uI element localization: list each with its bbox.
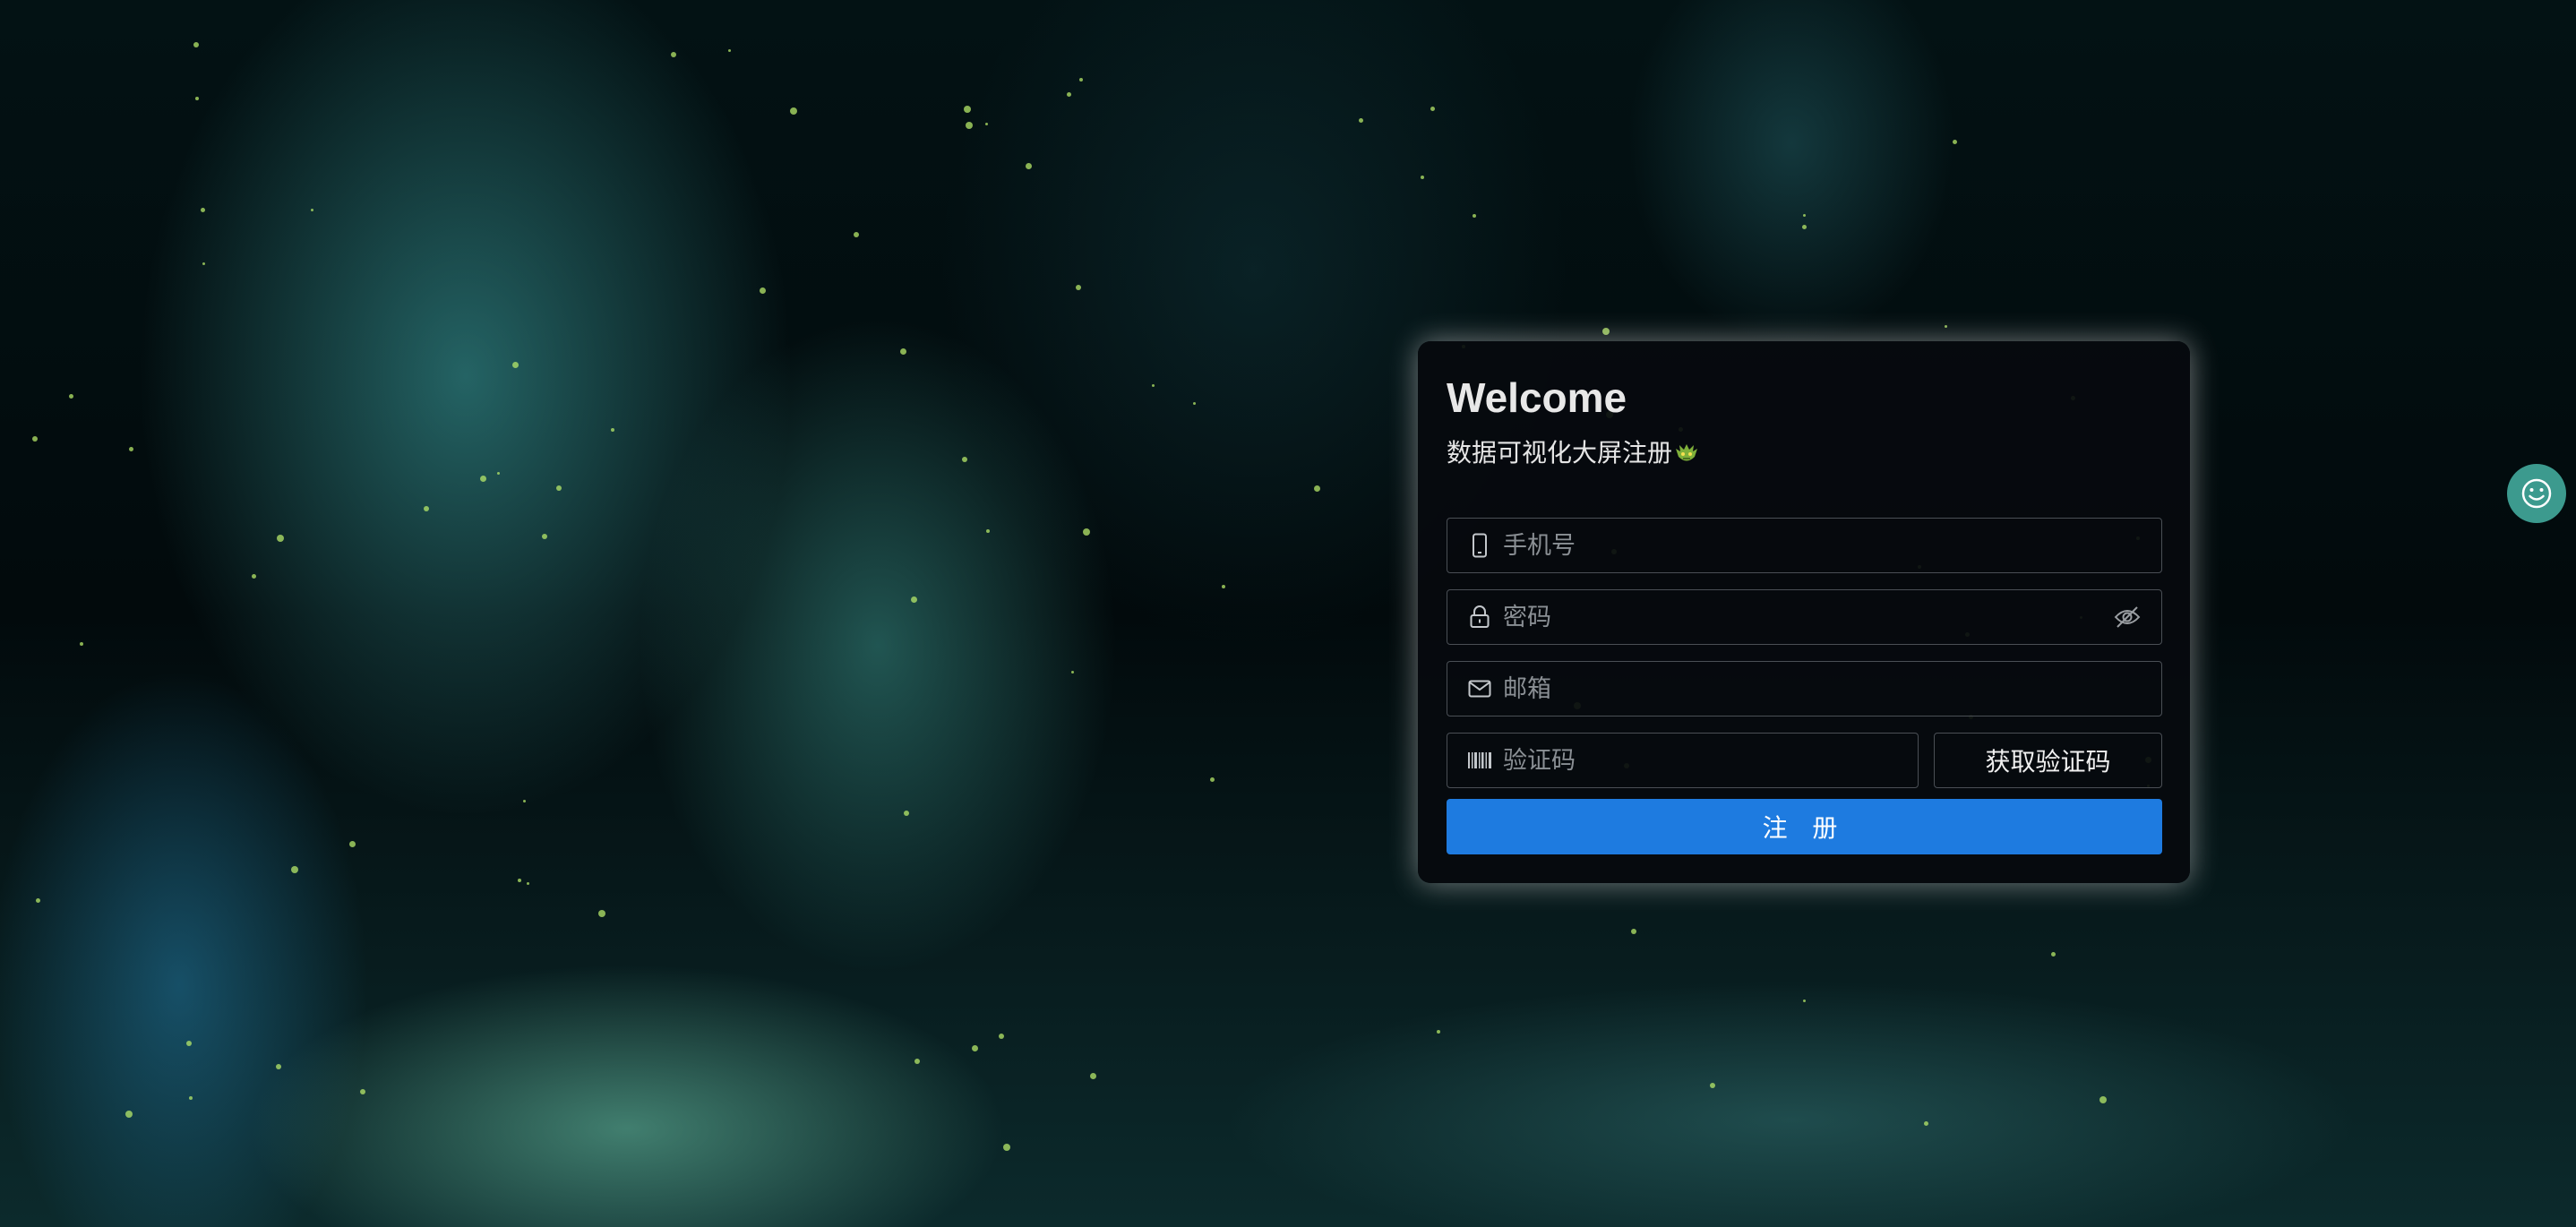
background-particle [1953,140,1957,144]
mobile-phone-icon [1467,533,1492,558]
background-particle [962,457,967,462]
background-particle [252,574,256,579]
lock-icon [1467,605,1492,630]
background-particle [671,52,676,57]
background-particle [1314,485,1320,492]
background-particle [1710,1083,1715,1088]
password-input[interactable] [1501,602,2113,632]
register-button[interactable]: 注 册 [1447,799,2162,854]
background-particle [1090,1073,1096,1079]
background-particle [1473,214,1476,218]
background-particle [985,123,988,125]
background-particle [1079,78,1083,82]
background-particle [1602,328,1610,335]
background-particle [1083,528,1090,536]
background-particle [1803,1000,1806,1002]
background-particle [69,394,73,399]
subtitle-text: 数据可视化大屏注册 [1447,439,1673,467]
background-particle [36,898,40,903]
background-particle [972,1045,978,1051]
background-particle [32,436,38,442]
verification-code-input[interactable] [1501,745,1918,776]
background-particle [129,447,133,451]
email-field[interactable] [1447,661,2162,716]
smiley-float-button[interactable] [2507,464,2566,523]
background-particle [1359,118,1363,123]
background-particle [542,534,547,539]
background-particle [277,535,284,542]
eye-hidden-icon[interactable] [2113,603,2142,631]
background-particle [1003,1144,1010,1151]
background-particle [911,596,917,603]
background-particle [914,1059,920,1064]
background-particle [999,1034,1004,1039]
background-particle [311,209,313,211]
goblin-emoji-icon [1676,444,1698,461]
background-particle [611,428,614,432]
background-particle [1026,163,1032,169]
background-particle [193,42,199,47]
smiley-icon [2521,478,2552,509]
verification-code-field[interactable] [1447,733,1919,788]
background-particle [1437,1030,1440,1034]
password-field[interactable] [1447,589,2162,645]
background-particle [125,1111,133,1118]
background-particle [1222,585,1225,588]
background-particle [1071,671,1074,674]
background-particle [202,262,205,265]
background-particle [556,485,562,491]
background-particle [1152,384,1155,387]
mail-icon [1467,676,1492,701]
background-particle [360,1089,365,1094]
background-particle [986,529,990,533]
background-particle [728,49,731,52]
background-particle [854,232,859,237]
background-particle [790,107,797,115]
background-particle [1430,107,1435,111]
background-particle [189,1096,193,1100]
get-code-button[interactable]: 获取验证码 [1934,733,2162,788]
background-particle [900,348,906,355]
background-particle [186,1041,192,1046]
page-subtitle: 数据可视化大屏注册 [1447,438,2161,468]
background-particle [2099,1096,2107,1103]
background-particle [518,879,521,882]
background-particle [349,841,356,847]
page-title: Welcome [1447,374,1627,421]
background-particle [195,97,199,100]
register-card: Welcome 数据可视化大屏注册 手机号 邮箱 验证码 获取验证码 注 册 [1418,341,2190,883]
background-particle [527,882,529,885]
background-particle [1193,402,1196,405]
background-particle [1802,225,1807,229]
background-particle [760,287,766,294]
background-particle [966,122,973,129]
background-particle [1945,325,1947,328]
background-particle [1924,1121,1928,1126]
background-particle [598,910,605,917]
email-input[interactable] [1501,674,2161,704]
background-particle [480,476,486,482]
background-particle [80,642,83,646]
background-particle [276,1064,281,1069]
background-particle [512,362,519,368]
background-particle [1067,92,1071,97]
phone-input[interactable] [1501,530,2161,561]
background-particle [497,472,500,475]
background-particle [1803,214,1806,217]
background-particle [291,866,298,873]
background-particle [1421,176,1424,179]
barcode-icon [1467,748,1492,773]
background-particle [1210,777,1215,782]
background-particle [424,506,429,511]
background-particle [523,800,526,802]
background-particle [1076,285,1081,290]
background-particle [904,811,909,816]
background-particle [1631,929,1636,934]
phone-field[interactable] [1447,518,2162,573]
background-particle [2051,952,2056,957]
background-particle [201,208,205,212]
background-particle [964,106,971,113]
